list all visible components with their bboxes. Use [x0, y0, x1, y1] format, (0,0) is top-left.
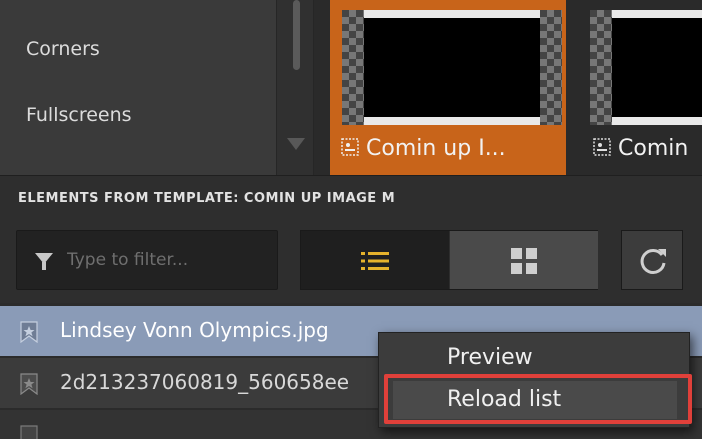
view-mode-toggle	[300, 230, 598, 290]
element-name: Lindsey Vonn Olympics.jpg	[60, 318, 329, 342]
grid-view-button[interactable]	[450, 231, 598, 289]
template-icon	[341, 138, 359, 156]
template-label: Comin up I...	[366, 136, 506, 161]
template-label: Comin	[618, 136, 689, 161]
category-item-fullscreens[interactable]: Fullscreens	[26, 104, 132, 126]
bookmark-star-icon[interactable]	[18, 321, 40, 343]
grid-icon	[511, 248, 537, 274]
list-view-button[interactable]	[301, 231, 449, 289]
filter-funnel-icon-stem	[42, 262, 46, 270]
template-card-selected[interactable]: Comin up I...	[330, 0, 566, 175]
filter-input[interactable]	[67, 245, 267, 275]
checker-pattern	[540, 10, 562, 125]
category-list: Corners Fullscreens	[0, 0, 276, 175]
checker-pattern	[342, 10, 364, 125]
scrollbar-thumb[interactable]	[293, 0, 300, 70]
category-scrollbar[interactable]	[276, 0, 314, 175]
category-item-corners[interactable]: Corners	[26, 38, 100, 60]
bookmark-star-icon[interactable]	[18, 373, 40, 395]
element-name: 2d213237060819_560658ee	[60, 370, 350, 394]
template-card[interactable]: Comin	[584, 0, 702, 175]
refresh-icon	[640, 248, 666, 274]
checker-pattern	[590, 10, 612, 125]
template-icon	[593, 138, 611, 156]
elements-header: ELEMENTS FROM TEMPLATE: COMIN UP IMAGE M	[0, 175, 702, 221]
elements-toolbar	[0, 221, 702, 303]
template-preview	[342, 10, 562, 125]
bookmark-star-icon[interactable]	[18, 425, 40, 439]
scroll-down-arrow-icon[interactable]	[287, 138, 305, 150]
menu-item-reload-list[interactable]: Reload list	[393, 381, 677, 419]
reload-button[interactable]	[621, 230, 683, 290]
elements-header-title: ELEMENTS FROM TEMPLATE: COMIN UP IMAGE M	[18, 191, 396, 206]
context-menu: Preview Reload list	[378, 332, 690, 428]
filter-box[interactable]	[16, 230, 278, 290]
menu-item-preview[interactable]: Preview	[393, 339, 677, 377]
list-icon	[361, 252, 389, 270]
